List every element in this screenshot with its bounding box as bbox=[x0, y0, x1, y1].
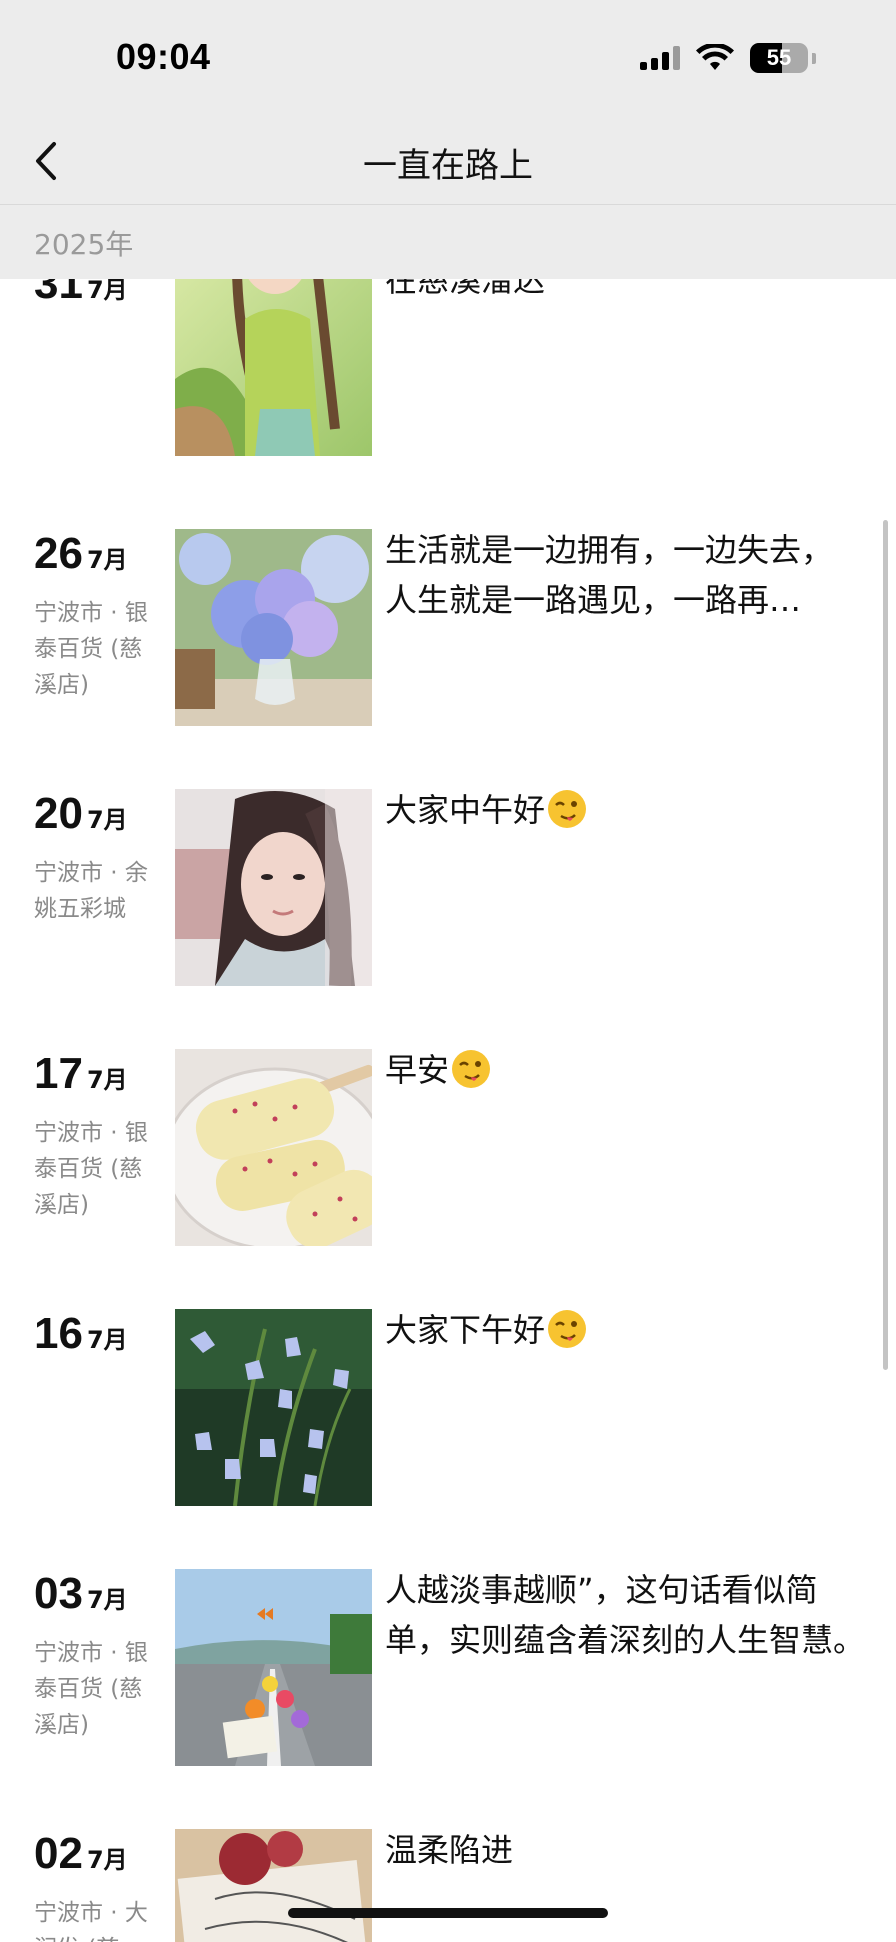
moments-feed[interactable]: 31 7月 在慈溪溜达 26 7月 宁波市 · 银泰百货 (慈溪店) 生活就是一… bbox=[0, 279, 896, 1942]
entry-text: 生活就是一边拥有，一边失去， 人生就是一路遇见，一路再… bbox=[385, 525, 865, 625]
entry-photo[interactable] bbox=[175, 1309, 372, 1506]
status-bar: 09:04 55 bbox=[0, 0, 896, 120]
list-item[interactable]: 20 7月 宁波市 · 余姚五彩城 大家中午好 bbox=[0, 789, 896, 989]
nav-bar: 一直在路上 bbox=[0, 120, 896, 205]
entry-location: 宁波市 · 银泰百货 (慈溪店) bbox=[34, 1120, 148, 1218]
entry-text: 温柔陷进 bbox=[385, 1831, 514, 1869]
wink-emoji-icon bbox=[548, 1310, 587, 1348]
entry-day: 26 bbox=[34, 529, 83, 578]
entry-photo[interactable] bbox=[175, 789, 372, 986]
selfie-image bbox=[175, 789, 372, 986]
battery-icon: 55 bbox=[750, 43, 808, 73]
entry-month: 7月 bbox=[86, 1586, 128, 1614]
entry-text: 人越淡事越顺”，这句话看似简单，实则蕴含着深刻的人生智慧。 bbox=[385, 1571, 866, 1659]
status-icons: 55 bbox=[640, 40, 816, 76]
bellflowers-image bbox=[175, 1309, 372, 1506]
status-time: 09:04 bbox=[116, 36, 211, 77]
entry-photo[interactable] bbox=[175, 1569, 372, 1766]
entry-day: 03 bbox=[34, 1569, 83, 1618]
entry-date: 03 7月 bbox=[34, 1569, 128, 1619]
entry-month: 7月 bbox=[86, 1326, 128, 1354]
road-flowers-image bbox=[175, 1569, 372, 1766]
entry-date: 20 7月 bbox=[34, 789, 128, 839]
entry-month: 7月 bbox=[86, 1066, 128, 1094]
entry-location: 宁波市 · 银泰百货 (慈溪店) bbox=[34, 600, 148, 698]
entry-month: 7月 bbox=[86, 279, 128, 304]
battery-level: 55 bbox=[766, 45, 792, 70]
entry-text-content: 大家中午好 bbox=[385, 791, 546, 829]
entry-day: 31 bbox=[34, 279, 83, 308]
entry-day: 16 bbox=[34, 1309, 83, 1358]
entry-day: 02 bbox=[34, 1829, 83, 1878]
wink-emoji-icon bbox=[548, 790, 587, 828]
ice-cream-bars-image bbox=[175, 1049, 372, 1246]
year-label: 2025年 bbox=[34, 228, 134, 261]
girl-illustration-image bbox=[175, 279, 372, 456]
entry-month: 7月 bbox=[86, 1846, 128, 1874]
entry-text: 在慈溪溜达 bbox=[385, 279, 546, 299]
battery-tip bbox=[812, 52, 816, 64]
list-item[interactable]: 17 7月 宁波市 · 银泰百货 (慈溪店) 早安 bbox=[0, 1049, 896, 1249]
entry-date: 31 7月 bbox=[34, 279, 128, 309]
entry-day: 20 bbox=[34, 789, 83, 838]
rose-note-image bbox=[175, 1829, 372, 1942]
entry-photo[interactable] bbox=[175, 1049, 372, 1246]
entry-location: 宁波市 · 大润发 (慈溪… bbox=[34, 1900, 148, 1942]
list-item[interactable]: 16 7月 大家下午好 bbox=[0, 1309, 896, 1509]
wink-emoji-icon bbox=[452, 1050, 491, 1088]
entry-month: 7月 bbox=[86, 806, 128, 834]
list-item[interactable]: 26 7月 宁波市 · 银泰百货 (慈溪店) 生活就是一边拥有，一边失去， 人生就… bbox=[0, 529, 896, 729]
entry-text-content: 生活就是一边拥有，一边失去， 人生就是一路遇见，一路再… bbox=[385, 531, 834, 619]
entry-date: 16 7月 bbox=[34, 1309, 128, 1359]
entry-location: 宁波市 · 余姚五彩城 bbox=[34, 860, 148, 922]
entry-photo[interactable] bbox=[175, 279, 372, 456]
cellular-signal-icon bbox=[640, 46, 680, 70]
entry-location: 宁波市 · 银泰百货 (慈溪店) bbox=[34, 1640, 148, 1738]
entry-text: 大家下午好 bbox=[385, 1305, 865, 1355]
entry-photo[interactable] bbox=[175, 529, 372, 726]
entry-photo[interactable] bbox=[175, 1829, 372, 1942]
page-title: 一直在路上 bbox=[363, 146, 533, 186]
scrollbar[interactable] bbox=[883, 520, 888, 1370]
year-header: 2025年 bbox=[0, 205, 896, 279]
hydrangea-vase-image bbox=[175, 529, 372, 726]
entry-month: 7月 bbox=[86, 546, 128, 574]
entry-date: 17 7月 bbox=[34, 1049, 128, 1099]
list-item[interactable]: 31 7月 在慈溪溜达 bbox=[0, 279, 896, 459]
list-item[interactable]: 027月 宁波市 · 大润发 (慈溪… 温柔陷进 bbox=[0, 1829, 896, 1942]
entry-date: 02 7月 bbox=[34, 1829, 128, 1879]
entry-text-content: 大家下午好 bbox=[385, 1311, 546, 1349]
entry-text: 大家中午好 bbox=[385, 785, 865, 835]
entry-text: 早安 bbox=[385, 1045, 865, 1095]
home-indicator[interactable] bbox=[288, 1908, 608, 1918]
entry-day: 17 bbox=[34, 1049, 83, 1098]
entry-date: 26 7月 bbox=[34, 529, 128, 579]
entry-text-content: 早安 bbox=[385, 1051, 450, 1089]
wifi-icon bbox=[696, 44, 734, 70]
list-item[interactable]: 03 7月 宁波市 · 银泰百货 (慈溪店) 人越淡事越顺”，这句话看似简单，实则… bbox=[0, 1569, 896, 1769]
